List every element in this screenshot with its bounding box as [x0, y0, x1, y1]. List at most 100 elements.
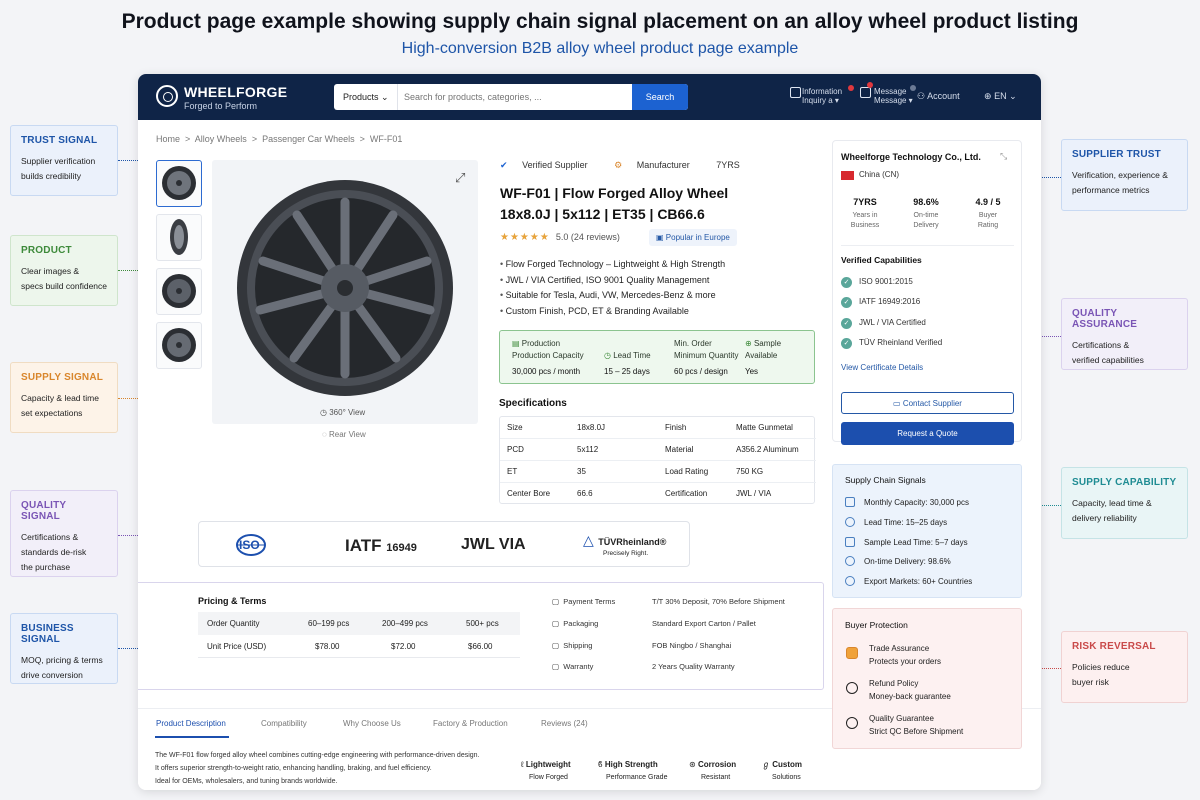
spec-key: Size — [507, 423, 523, 432]
lead-time-value: 15 – 25 days — [604, 367, 650, 376]
nav-messages-label: Message — [874, 87, 907, 96]
main-product-image[interactable]: ⤢ — [212, 160, 478, 424]
search-button[interactable]: Search — [632, 84, 688, 110]
product-rating[interactable]: ★★★★★ 5.0 (24 reviews) — [500, 232, 620, 243]
notification-badge — [867, 82, 873, 88]
breadcrumb-current: WF-F01 — [369, 134, 403, 144]
breadcrumb-alloy-wheels[interactable]: Alloy Wheels — [195, 134, 247, 144]
sample-availability: ⊕ Sample Available Yes — [745, 338, 781, 378]
sample-label-2: Available — [745, 351, 778, 360]
minimum-order: Min. Order Minimum Quantity 60 pcs / des… — [674, 338, 738, 378]
pricing-heading: Pricing & Terms — [198, 596, 267, 606]
connector — [118, 160, 140, 161]
description-line: Ideal for OEMs, wholesalers, and tuning … — [155, 778, 338, 785]
feature-sub: Flow Forged — [529, 774, 568, 781]
gallery-thumbnail[interactable] — [156, 268, 202, 315]
stat-label: Delivery — [913, 222, 939, 229]
popular-badge: ▣ Popular in Europe — [649, 229, 737, 246]
tab-why-choose-us[interactable]: Why Choose Us — [343, 719, 401, 728]
rear-view-label: Rear View — [329, 430, 366, 439]
supply-chain-text: Lead Time: 15–25 days — [864, 518, 948, 527]
tab-product-description[interactable]: Product Description — [156, 719, 226, 728]
gallery-thumbnail[interactable] — [156, 214, 202, 261]
supply-chain-item: On-time Delivery: 98.6% — [845, 556, 951, 566]
callout-line: Certifications & — [1072, 340, 1130, 350]
sample-label-1: Sample — [753, 339, 782, 348]
callout-line: buyer risk — [1072, 677, 1109, 687]
market-icon: ▣ — [656, 233, 664, 242]
nav-information[interactable]: Information Inquiry a ▾ — [802, 87, 842, 105]
product-title-line: WF-F01 | Flow Forged Alloy Wheel — [500, 185, 729, 201]
spec-key: Center Bore — [507, 489, 551, 498]
account-menu[interactable]: ⚇ Account — [917, 92, 960, 101]
feature-sub: Solutions — [772, 774, 801, 781]
feature-title: Custom — [772, 760, 803, 769]
search-bar: Products ⌄ Search — [334, 84, 688, 110]
factory-icon: ⚙ — [614, 160, 623, 170]
view-360-button[interactable]: ◷ 360° View — [320, 408, 365, 417]
feather-icon: ℓ — [521, 760, 524, 769]
message-icon[interactable] — [790, 87, 801, 98]
expand-icon[interactable]: ⤡ — [1000, 151, 1007, 162]
callout-line: drive conversion — [21, 670, 83, 680]
shield-icon: ⊛ — [689, 760, 696, 769]
terms-value: 2 Years Quality Warranty — [652, 662, 735, 671]
callout-line: set expectations — [21, 408, 83, 418]
cert-label: IATF 16949:2016 — [859, 297, 921, 306]
divider — [841, 245, 1014, 246]
feature-item: Suitable for Tesla, Audi, VW, Mercedes-B… — [500, 288, 725, 304]
terms-label: Packaging — [563, 619, 599, 628]
spec-value: 66.6 — [577, 489, 593, 498]
shield-icon: ▢ — [552, 662, 560, 671]
inbox-icon[interactable] — [860, 87, 871, 98]
callout-quality-assurance: QUALITY ASSURANCE Certifications & verif… — [1061, 298, 1188, 370]
request-quote-button[interactable]: Request a Quote — [841, 422, 1014, 445]
tab-reviews[interactable]: Reviews (24) — [541, 719, 588, 728]
callout-line: Verification, experience & — [1072, 170, 1168, 180]
callout-line: Supplier verification — [21, 156, 96, 166]
table-row: Center Bore 66.6 Certification JWL / VIA — [500, 483, 816, 505]
breadcrumb-home[interactable]: Home — [156, 134, 180, 144]
supplier-name[interactable]: Wheelforge Technology Co., Ltd. — [841, 152, 981, 162]
refund-icon — [846, 682, 858, 694]
wheel-thumbnail-icon — [162, 166, 196, 200]
lead-time: ◷ Lead Time 15 – 25 days — [604, 350, 651, 378]
verified-label: Verified Supplier — [522, 160, 588, 170]
moq-label-1: Min. Order — [674, 339, 712, 348]
view-certificate-link[interactable]: View Certificate Details — [841, 363, 923, 372]
supply-chain-text: On-time Delivery: 98.6% — [864, 557, 951, 566]
search-category-select[interactable]: Products ⌄ — [334, 84, 398, 110]
tab-factory-production[interactable]: Factory & Production — [433, 719, 508, 728]
chat-icon: ▭ — [893, 399, 901, 408]
jwl-via-logo: JWL VIA — [461, 536, 526, 553]
table-cell: $78.00 — [315, 642, 340, 651]
search-category-label: Products — [343, 92, 379, 102]
buyer-protection-panel: Buyer Protection Trade Assurance Protects… — [832, 608, 1022, 749]
nav-messages[interactable]: Message Message ▾ — [874, 87, 913, 105]
tab-compatibility[interactable]: Compatibility — [261, 719, 307, 728]
search-input[interactable] — [400, 84, 632, 110]
gallery-thumbnail[interactable] — [156, 322, 202, 369]
notification-badge — [848, 85, 854, 91]
brand-name[interactable]: WHEELFORGE — [184, 84, 287, 100]
contact-supplier-button[interactable]: ▭ Contact Supplier — [841, 392, 1014, 414]
feature-sub: Resistant — [701, 774, 731, 781]
specifications-table: Size 18x8.0J Finish Matte Gunmetal PCD 5x112… — [499, 416, 816, 505]
iatf-number: 16949 — [386, 542, 417, 554]
description-line: It offers superior strength-to-weight ra… — [155, 765, 432, 772]
supply-info-box: ▤ Production Production Capacity 30,000 … — [499, 330, 815, 384]
rear-view-link[interactable]: ◌ Rear View — [322, 430, 366, 439]
stat-label: Years in — [852, 212, 878, 219]
terms-value: Standard Export Carton / Pallet — [652, 619, 756, 628]
language-select[interactable]: ⊕ EN ⌄ — [984, 92, 1017, 101]
moq-value: 60 pcs / design — [674, 367, 728, 376]
infographic: Product page example showing supply chai… — [0, 0, 1200, 800]
gallery-thumbnail[interactable] — [156, 160, 202, 207]
callout-line: Certifications & — [21, 532, 79, 542]
cert-label: TÜV Rheinland Verified — [859, 338, 943, 347]
callout-line: standards de-risk — [21, 547, 87, 557]
wheel-logo-icon[interactable] — [156, 85, 178, 107]
breadcrumb-passenger[interactable]: Passenger Car Wheels — [262, 134, 355, 144]
stat-label: Buyer — [978, 212, 998, 219]
verified-badge: ✔ Verified Supplier — [500, 160, 600, 170]
